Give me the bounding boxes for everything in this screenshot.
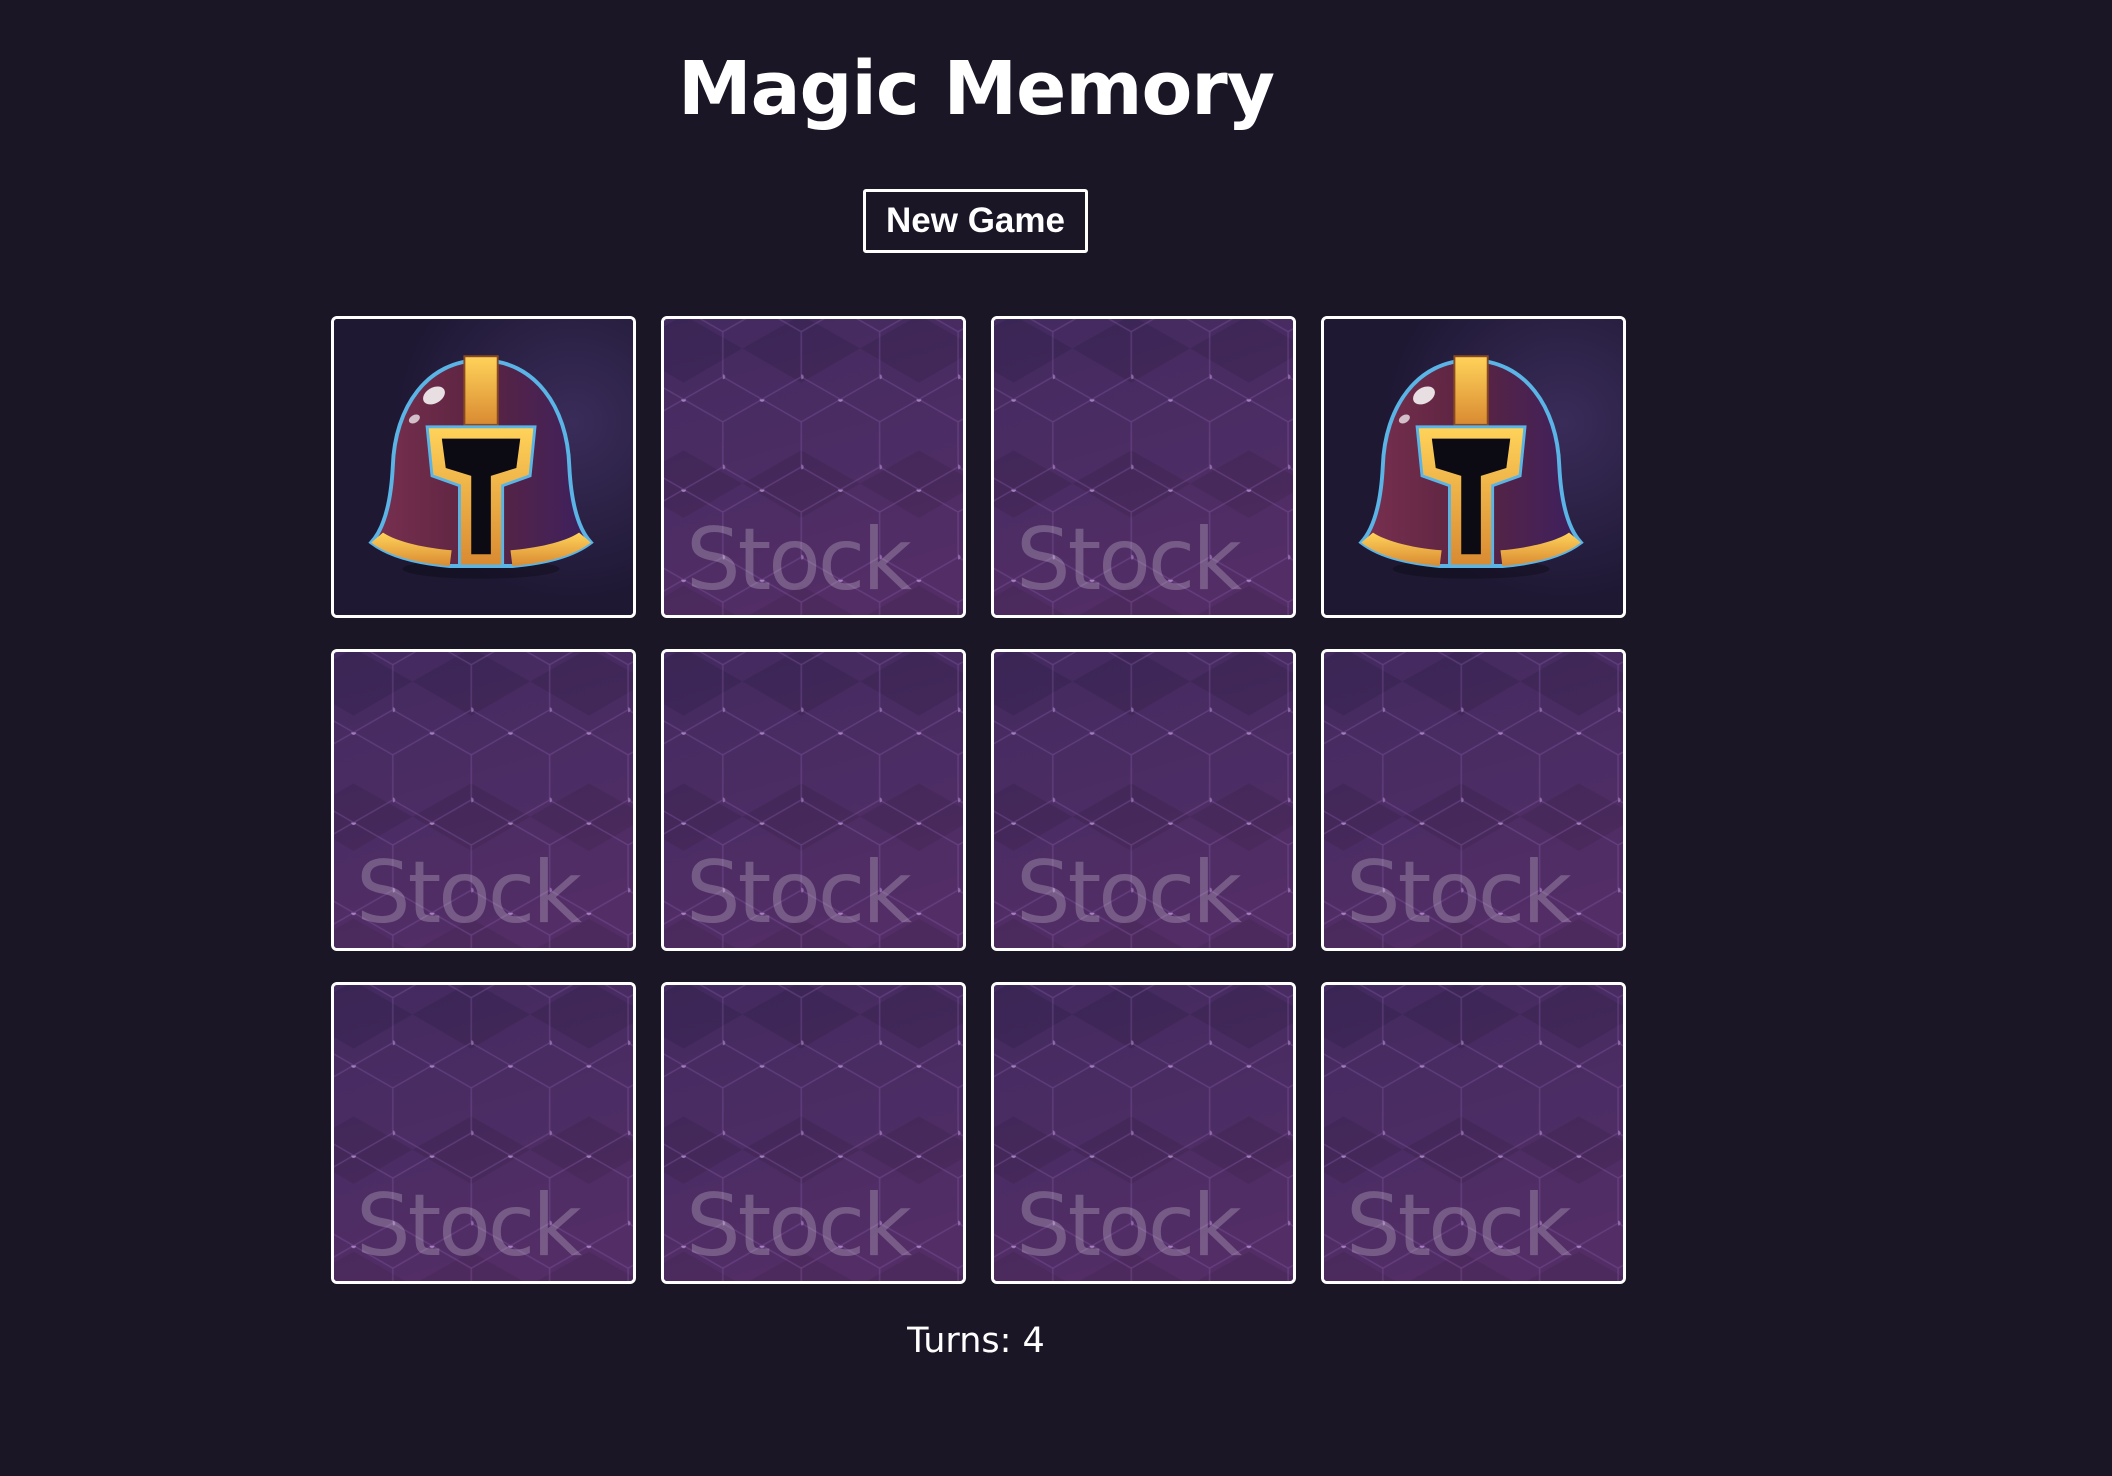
card-back-pattern [1324, 652, 1623, 948]
card-back-pattern [334, 985, 633, 1281]
turns-label: Turns: [907, 1321, 1012, 1361]
card-back-pattern [664, 319, 963, 615]
card-hidden[interactable]: Stock [991, 982, 1296, 1284]
card-revealed[interactable] [331, 316, 636, 618]
card-hidden[interactable]: Stock [331, 649, 636, 951]
card-hidden[interactable]: Stock [991, 316, 1296, 618]
card-back-pattern [994, 319, 1293, 615]
helmet-icon [334, 319, 633, 615]
card-back-pattern [664, 652, 963, 948]
card-grid: Stock Stock Stock Stock Stock Stock Stoc… [331, 316, 1627, 1284]
card-hidden[interactable]: Stock [991, 649, 1296, 951]
card-hidden[interactable]: Stock [661, 316, 966, 618]
card-hidden[interactable]: Stock [331, 982, 636, 1284]
card-back-pattern [994, 652, 1293, 948]
card-back-pattern [994, 985, 1293, 1281]
turns-value: 4 [1022, 1321, 1045, 1361]
page-title: Magic Memory [677, 46, 1275, 132]
new-game-button[interactable]: New Game [863, 189, 1088, 253]
helmet-icon [1324, 319, 1623, 615]
card-back-pattern [664, 985, 963, 1281]
card-revealed[interactable] [1321, 316, 1626, 618]
card-hidden[interactable]: Stock [1321, 982, 1626, 1284]
card-hidden[interactable]: Stock [1321, 649, 1626, 951]
card-back-pattern [1324, 985, 1623, 1281]
card-back-pattern [334, 652, 633, 948]
card-hidden[interactable]: Stock [661, 982, 966, 1284]
card-hidden[interactable]: Stock [661, 649, 966, 951]
turns-counter: Turns: 4 [0, 1320, 1952, 1362]
